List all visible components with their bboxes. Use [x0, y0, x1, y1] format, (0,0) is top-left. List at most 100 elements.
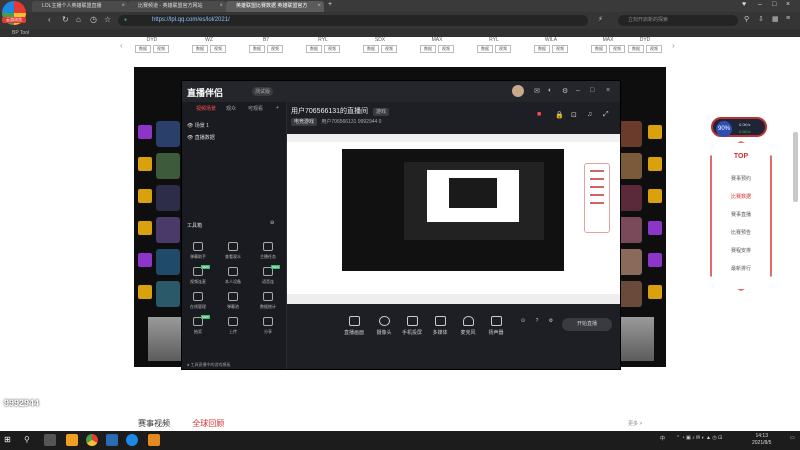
menu-icon[interactable]: ≡	[786, 15, 790, 22]
search-input[interactable]: 立刻开启新的探索	[618, 15, 738, 26]
category-chip[interactable]: 游戏	[373, 108, 390, 116]
collapse-icon[interactable]: ⊖	[270, 220, 274, 226]
data-button[interactable]: 数据	[628, 45, 644, 53]
grid-icon[interactable]: ▦	[772, 15, 779, 23]
minimize-icon[interactable]: –	[758, 1, 762, 8]
help-icon[interactable]: ?	[531, 318, 543, 324]
more-link[interactable]: 更多 >	[628, 420, 642, 427]
close-icon[interactable]: ×	[121, 1, 125, 12]
bell-icon[interactable]: ♫	[587, 111, 592, 118]
tab-visible[interactable]: 可观看	[248, 105, 263, 112]
video-button[interactable]: 视频	[646, 45, 662, 53]
add-icon[interactable]: +	[276, 105, 279, 111]
avatar[interactable]	[512, 85, 524, 97]
data-button[interactable]: 数据	[591, 45, 607, 53]
close-window-icon[interactable]: ×	[786, 1, 790, 8]
game-tag[interactable]: 电竞游戏	[291, 118, 318, 126]
taskview-icon[interactable]	[44, 434, 56, 446]
star-icon[interactable]: ☆	[104, 15, 111, 24]
hero-item[interactable]: DYD 数据 视频	[610, 37, 680, 53]
video-button[interactable]: 视频	[438, 45, 454, 53]
footer-tab-videos[interactable]: 赛事视频	[138, 419, 170, 428]
tool-upload[interactable]: 上传	[219, 317, 247, 335]
tool-viewers[interactable]: 查看观众	[219, 242, 247, 260]
scene-item[interactable]: 👁 场景 1	[187, 122, 209, 129]
footer-tab-review[interactable]: 全球回顾	[192, 419, 224, 428]
side-item-preview[interactable]: 比赛预告	[710, 229, 772, 236]
expand-icon[interactable]: ⤢	[603, 111, 609, 119]
tab-audience[interactable]: 观众	[226, 105, 236, 112]
data-button[interactable]: 数据	[135, 45, 151, 53]
chat-app-icon[interactable]	[126, 434, 138, 446]
bookmark-item[interactable]: BP Tool	[12, 30, 29, 36]
url-field[interactable]: ● https://lpl.qq.com/es/lol/2021/	[118, 15, 588, 26]
data-button[interactable]: 数据	[249, 45, 265, 53]
video-button[interactable]: 视频	[153, 45, 169, 53]
tool-tasks[interactable]: 主播任务	[254, 242, 282, 260]
browser-tab-1[interactable]: LOL主播个人英雄联盟直播 ×	[32, 1, 128, 12]
system-clock[interactable]: 14:13 2021/8/5	[752, 433, 771, 447]
windows-start-icon[interactable]: ⊞	[4, 435, 16, 447]
extensions-icon[interactable]: ⚲	[744, 15, 749, 23]
minimize-icon[interactable]: –	[576, 87, 580, 94]
tray-icons[interactable]: ⌃ ◔ ▣ ♪ ✉ ◐ ▲ ◷ ⊡	[676, 435, 722, 441]
back-icon[interactable]: ‹	[48, 15, 51, 24]
tab-scenes[interactable]: 视频场景	[196, 105, 216, 112]
video-button[interactable]: 视频	[552, 45, 568, 53]
video-button[interactable]: 视频	[495, 45, 511, 53]
media-button[interactable]: 多媒体	[425, 316, 455, 336]
lightning-icon[interactable]: ⚡	[598, 15, 603, 23]
camera-button[interactable]: 摄像头	[369, 316, 399, 336]
data-button[interactable]: 数据	[534, 45, 550, 53]
tool-lottery[interactable]: NEW 抽奖	[184, 315, 212, 335]
lock-icon[interactable]: ⊡	[571, 111, 577, 119]
close-icon[interactable]: ×	[317, 1, 321, 12]
data-button[interactable]: 数据	[477, 45, 493, 53]
gear-icon[interactable]: ⚙	[545, 318, 557, 324]
browser-icon[interactable]	[86, 434, 98, 446]
side-item-ranking[interactable]: 最新排行	[710, 265, 772, 272]
wardrobe-icon[interactable]: ♥	[742, 1, 746, 8]
streaming-app-icon[interactable]	[148, 434, 160, 446]
tool-manage[interactable]: 在线管理	[184, 292, 212, 310]
lock-icon[interactable]: 🔒	[555, 111, 564, 119]
scene-item[interactable]: 👁 直播数据	[187, 134, 215, 141]
refresh-icon[interactable]: ↻	[62, 15, 69, 24]
close-icon[interactable]: ×	[606, 87, 610, 94]
start-stream-button[interactable]: 开始直播	[562, 318, 612, 331]
side-item-arrangement[interactable]: 赛程安排	[710, 247, 772, 254]
screen-capture-button[interactable]: 直播画面	[339, 316, 369, 336]
tool-share[interactable]: 分享	[254, 317, 282, 335]
close-icon[interactable]: ×	[219, 1, 223, 12]
record-icon[interactable]: ⊙	[517, 318, 529, 324]
data-button[interactable]: 数据	[306, 45, 322, 53]
history-icon[interactable]: ◷	[90, 15, 97, 24]
data-button[interactable]: 数据	[192, 45, 208, 53]
search-icon[interactable]: ⚲	[24, 435, 36, 447]
tool-danmu[interactable]: 弹幕助手	[184, 242, 212, 260]
network-speed-widget[interactable]: 90% 0.0K/s 0.5K/s	[711, 117, 767, 137]
tool-stats[interactable]: 数据统计	[254, 292, 282, 310]
download-icon[interactable]: ⇩	[758, 15, 764, 23]
tool-voice[interactable]: NEW 语音连	[254, 265, 282, 285]
video-button[interactable]: 视频	[210, 45, 226, 53]
language-indicator[interactable]: 中	[660, 435, 665, 442]
phone-cast-button[interactable]: 手机投屏	[397, 316, 427, 336]
notification-icon[interactable]: ▭	[790, 435, 795, 441]
maximize-icon[interactable]: □	[772, 1, 776, 8]
gift-icon[interactable]: ■	[537, 111, 541, 118]
video-button[interactable]: 视频	[267, 45, 283, 53]
side-item-live[interactable]: 赛事直播	[710, 211, 772, 218]
browser-tab-3[interactable]: 英雄联盟比赛数据 英雄联盟官方 ×	[226, 1, 324, 12]
settings-icon[interactable]: ⚙	[562, 87, 568, 95]
browser-tab-2[interactable]: 比赛频道 - 英雄联盟官方网站 ×	[128, 1, 226, 12]
video-button[interactable]: 视频	[381, 45, 397, 53]
stream-preview[interactable]	[287, 134, 620, 304]
app-icon[interactable]	[106, 434, 118, 446]
home-icon[interactable]: ⌂	[76, 15, 81, 24]
video-button[interactable]: 视频	[324, 45, 340, 53]
new-tab-icon[interactable]: +	[328, 1, 332, 8]
microphone-button[interactable]: 麦克风	[453, 316, 483, 336]
maximize-icon[interactable]: □	[590, 87, 594, 94]
skin-icon[interactable]: ◐	[548, 87, 552, 94]
